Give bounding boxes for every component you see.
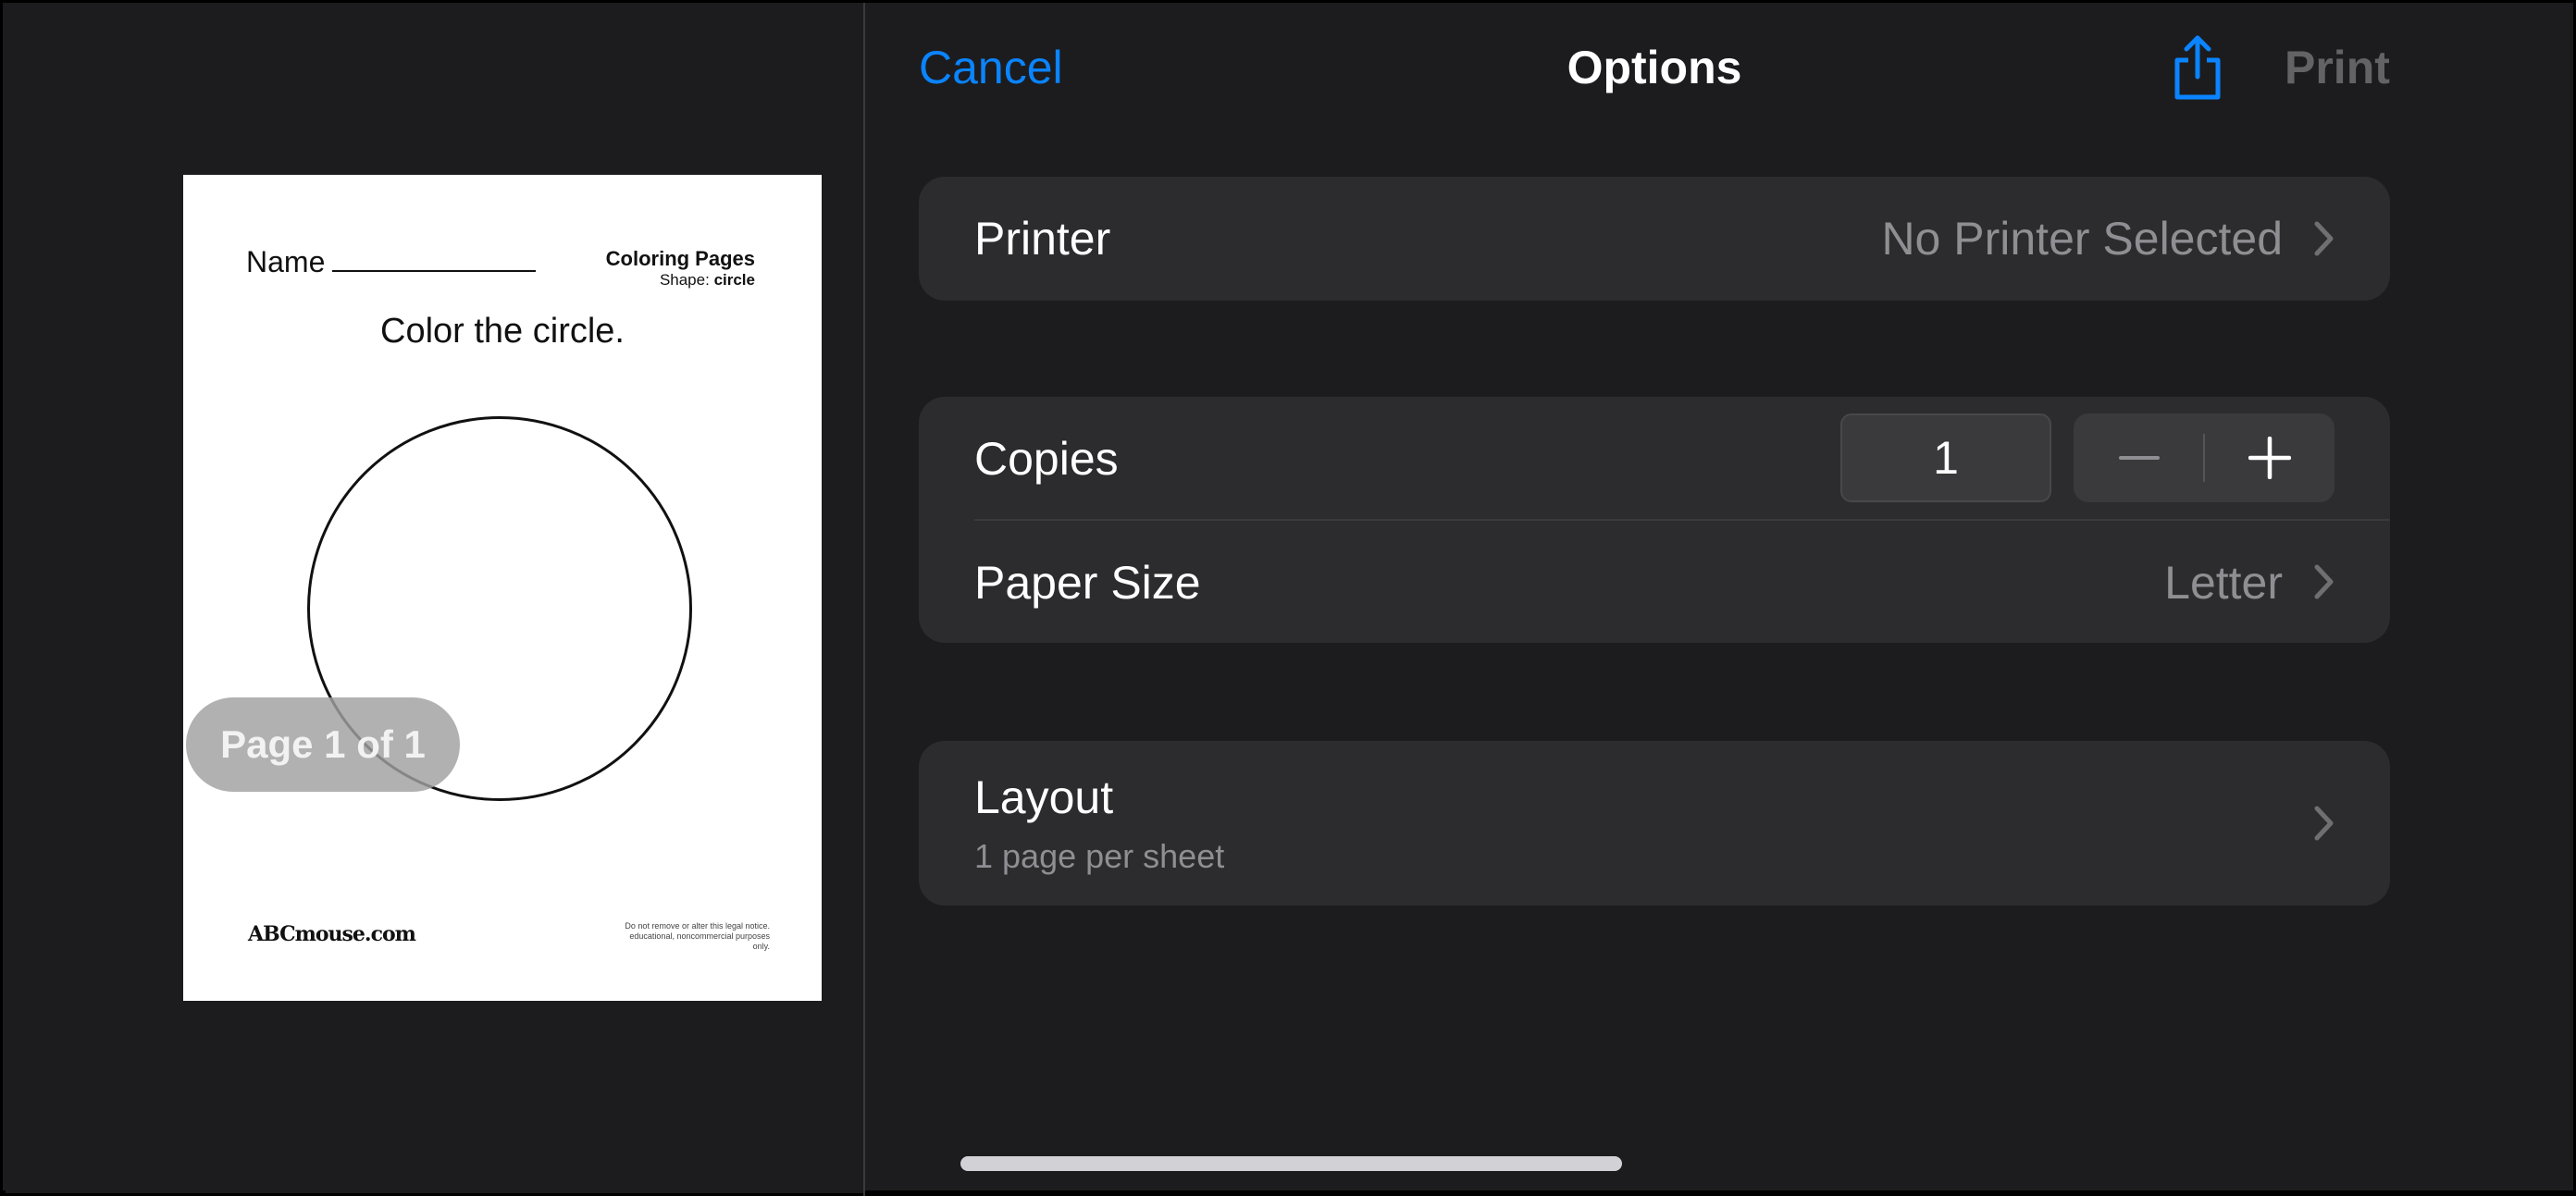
layout-subtitle: 1 page per sheet [974, 837, 1225, 875]
increment-button[interactable] [2204, 413, 2334, 502]
sheet-legal-notice: Do not remove or alter this legal notice… [625, 921, 770, 951]
page-title: Options [1567, 42, 1742, 93]
sheet-instruction: Color the circle. [380, 312, 625, 351]
abcmouse-logo: ABCmouse.com [248, 922, 416, 946]
print-preview-pane: Name Coloring Pages Shape: circle Color … [6, 6, 864, 1193]
paper-size-row[interactable]: Paper Size Letter [919, 521, 2390, 643]
paper-size-label: Paper Size [974, 557, 1201, 609]
print-button[interactable]: Print [2285, 38, 2390, 97]
pane-divider [863, 3, 865, 1196]
layout-label: Layout [974, 771, 1114, 823]
layout-row[interactable]: Layout 1 page per sheet [919, 741, 2390, 906]
copies-label: Copies [974, 433, 1119, 485]
print-options-screen: Name Coloring Pages Shape: circle Color … [0, 0, 2576, 1196]
minus-icon [2118, 456, 2160, 460]
sheet-shape-label: Shape: [659, 271, 710, 289]
sheet-shape-caption: Shape: circle [660, 271, 755, 290]
sheet-name-label: Name [246, 245, 326, 278]
home-indicator[interactable] [960, 1156, 1622, 1171]
sheet-name-field: Name [246, 245, 537, 279]
plus-icon [2248, 437, 2291, 479]
paper-size-value: Letter [2164, 557, 2283, 609]
copies-input[interactable]: 1 [1840, 413, 2051, 502]
chevron-right-icon [2314, 221, 2334, 256]
decrement-button[interactable] [2074, 413, 2204, 502]
sheet-series-title: Coloring Pages [605, 247, 755, 270]
sheet-name-line [332, 248, 537, 272]
cancel-button[interactable]: Cancel [919, 38, 1063, 97]
share-button[interactable] [2168, 32, 2227, 103]
printer-label: Printer [974, 213, 1111, 265]
printer-value: No Printer Selected [1881, 213, 2283, 265]
share-icon [2174, 35, 2221, 100]
copies-paper-group: Copies 1 Paper Size Letter [919, 397, 2390, 643]
page-count-badge: Page 1 of 1 [186, 697, 460, 792]
sheet-shape-value: circle [713, 271, 755, 289]
chevron-right-icon [2314, 806, 2334, 841]
printer-row[interactable]: Printer No Printer Selected [919, 177, 2390, 301]
copies-stepper [2074, 413, 2334, 502]
page-preview-thumbnail[interactable]: Name Coloring Pages Shape: circle Color … [183, 175, 822, 1001]
chevron-right-icon [2314, 564, 2334, 599]
